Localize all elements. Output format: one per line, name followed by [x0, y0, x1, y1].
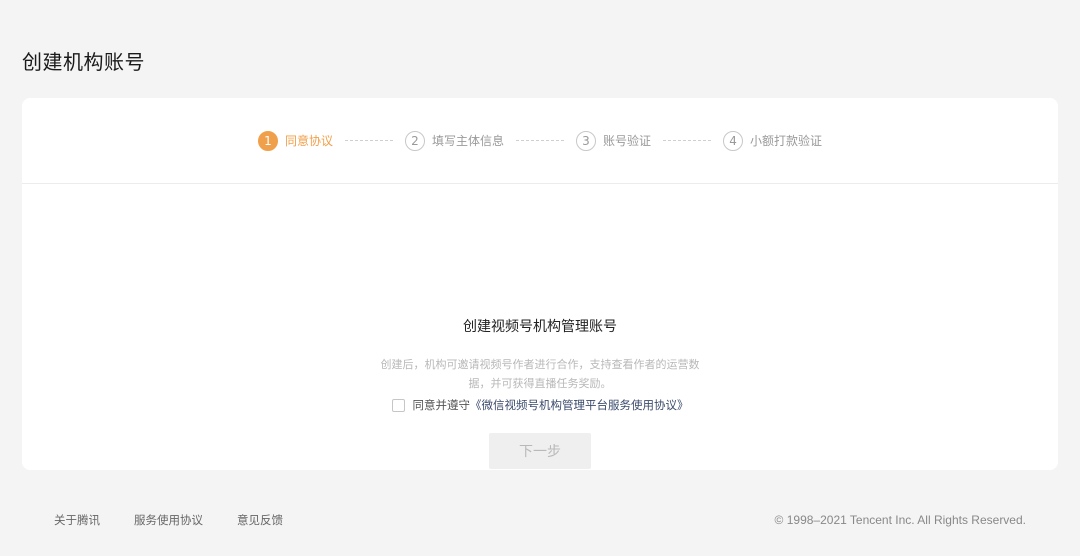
footer-link-feedback[interactable]: 意见反馈 — [237, 512, 283, 528]
step-4: 4 小额打款验证 — [723, 130, 823, 151]
step-1-number: 1 — [257, 130, 278, 151]
description-line-2: 据，并可获得直播任务奖励。 — [468, 377, 612, 390]
agreement-section: 创建视频号机构管理账号 创建后，机构可邀请视频号作者进行合作，支持查看作者的运营… — [22, 184, 1058, 469]
step-indicator: 1 同意协议 2 填写主体信息 3 账号验证 4 小额打款验证 — [22, 98, 1058, 184]
copyright: © 1998–2021 Tencent Inc. All Rights Rese… — [774, 513, 1026, 527]
step-connector — [344, 140, 393, 141]
step-2: 2 填写主体信息 — [404, 130, 504, 151]
section-description: 创建后，机构可邀请视频号作者进行合作，支持查看作者的运营数 据，并可获得直播任务… — [22, 355, 1058, 393]
step-2-number: 2 — [404, 130, 425, 151]
step-1-label: 同意协议 — [284, 134, 333, 148]
step-1: 1 同意协议 — [257, 130, 333, 151]
step-3: 3 账号验证 — [576, 130, 652, 151]
step-connector — [663, 140, 712, 141]
agreement-row: 同意并遵守 《微信视频号机构管理平台服务使用协议》 — [22, 397, 1058, 413]
next-step-button[interactable]: 下一步 — [489, 433, 591, 469]
agree-checkbox[interactable] — [391, 398, 405, 412]
step-3-number: 3 — [576, 130, 596, 151]
step-connector — [516, 140, 564, 141]
step-4-number: 4 — [723, 130, 744, 151]
footer-link-terms[interactable]: 服务使用协议 — [134, 512, 203, 528]
main-card: 1 同意协议 2 填写主体信息 3 账号验证 4 小额打款验证 创建视频号机构管… — [22, 98, 1058, 470]
page-title: 创建机构账号 — [22, 50, 145, 74]
footer-link-about[interactable]: 关于腾讯 — [54, 512, 100, 528]
agreement-link[interactable]: 《微信视频号机构管理平台服务使用协议》 — [470, 397, 689, 413]
agree-text: 同意并遵守 — [412, 398, 471, 412]
step-3-label: 账号验证 — [603, 134, 652, 148]
section-title: 创建视频号机构管理账号 — [463, 319, 617, 335]
step-2-label: 填写主体信息 — [431, 134, 504, 148]
step-4-label: 小额打款验证 — [750, 134, 823, 148]
description-line-1: 创建后，机构可邀请视频号作者进行合作，支持查看作者的运营数 — [380, 358, 700, 371]
footer-links: 关于腾讯 服务使用协议 意见反馈 — [54, 512, 317, 528]
